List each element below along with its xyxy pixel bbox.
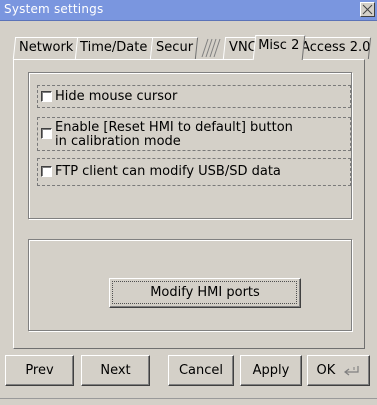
ok-button[interactable]: OK [307,355,370,386]
close-icon [362,4,373,15]
checkbox-hide-mouse-cursor[interactable] [41,91,52,102]
option-enable-reset-hmi[interactable]: Enable [Reset HMI to default] button in … [37,117,351,151]
modify-hmi-ports-button[interactable]: Modify HMI ports [109,278,301,308]
status-strip [0,398,377,405]
cancel-button[interactable]: Cancel [168,355,234,386]
tab-misc-2[interactable]: Misc 2 [252,35,306,60]
system-settings-window: System settings Network Time/Date Secur [0,0,377,405]
checkbox-enable-reset-hmi[interactable] [41,128,52,139]
tab-strip: Network Time/Date Secur VNC Misc 2 Acces… [12,35,374,60]
tab-panel: Hide mouse cursor Enable [Reset HMI to d… [13,59,365,349]
tab-time-date[interactable]: Time/Date [74,37,154,59]
enter-key-icon [344,365,360,375]
option-label-line1: Enable [Reset HMI to default] button [55,120,293,135]
options-group: Hide mouse cursor Enable [Reset HMI to d… [28,72,352,219]
apply-button[interactable]: Apply [240,355,302,386]
option-label-line2: in calibration mode [55,134,181,149]
option-label: FTP client can modify USB/SD data [55,164,281,179]
prev-button[interactable]: Prev [5,355,74,386]
option-label: Hide mouse cursor [55,89,178,104]
checkbox-ftp-modify-usb[interactable] [41,166,52,177]
next-button[interactable]: Next [81,355,150,386]
ports-group: Modify HMI ports [28,239,352,331]
option-ftp-modify-usb[interactable]: FTP client can modify USB/SD data [37,158,351,186]
window-title: System settings [4,2,104,16]
tab-access-2[interactable]: Access 2.0 [298,37,372,59]
tab-overflow-marks [198,38,226,58]
tab-security[interactable]: Secur [149,37,199,59]
close-button[interactable] [360,2,375,17]
ok-label: OK [316,363,336,378]
title-bar[interactable]: System settings [0,0,377,21]
option-hide-mouse-cursor[interactable]: Hide mouse cursor [37,85,351,108]
tab-network[interactable]: Network [12,37,80,59]
